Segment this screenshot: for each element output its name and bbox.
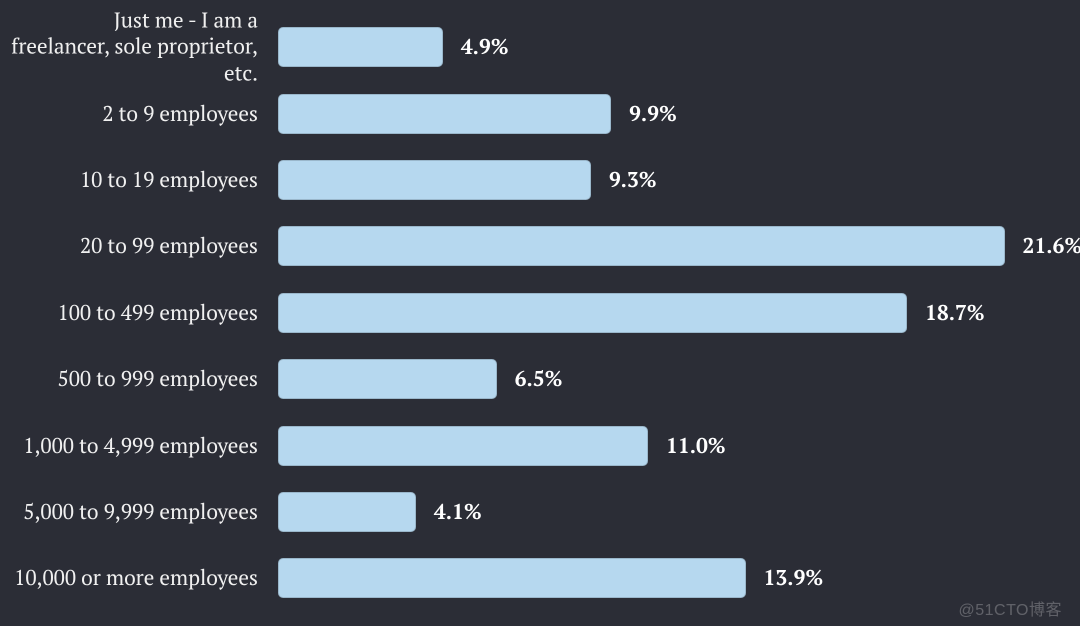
bar-track: 6.5%	[278, 359, 1018, 399]
bar-track: 18.7%	[278, 293, 1018, 333]
value-label: 18.7%	[925, 299, 985, 327]
chart-row: 20 to 99 employees 21.6%	[10, 213, 1068, 279]
category-label: 5,000 to 9,999 employees	[10, 499, 262, 525]
chart-row: 500 to 999 employees 6.5%	[10, 346, 1068, 412]
chart-row: Just me - I am a freelancer, sole propri…	[10, 14, 1068, 80]
value-label: 4.9%	[461, 33, 509, 61]
bar-track: 4.9%	[278, 27, 1018, 67]
category-label: 1,000 to 4,999 employees	[10, 432, 262, 458]
value-label: 9.9%	[629, 100, 677, 128]
category-label: 20 to 99 employees	[10, 233, 262, 259]
bar-track: 13.9%	[278, 558, 1018, 598]
chart-row: 100 to 499 employees 18.7%	[10, 280, 1068, 346]
chart-row: 5,000 to 9,999 employees 4.1%	[10, 479, 1068, 545]
bar-track: 9.9%	[278, 94, 1018, 134]
category-label: 10 to 19 employees	[10, 167, 262, 193]
bar	[278, 492, 416, 532]
chart-row: 10,000 or more employees 13.9%	[10, 545, 1068, 611]
category-label: 100 to 499 employees	[10, 300, 262, 326]
bar	[278, 94, 611, 134]
chart-row: 2 to 9 employees 9.9%	[10, 80, 1068, 146]
bar-track: 11.0%	[278, 426, 1018, 466]
value-label: 21.6%	[1023, 232, 1080, 260]
bar	[278, 426, 648, 466]
bar	[278, 359, 497, 399]
bar	[278, 160, 591, 200]
watermark-text: @51CTO博客	[958, 596, 1062, 620]
category-label: 10,000 or more employees	[10, 565, 262, 591]
value-label: 9.3%	[609, 166, 657, 194]
category-label: Just me - I am a freelancer, sole propri…	[10, 8, 262, 87]
value-label: 11.0%	[666, 432, 726, 460]
category-label: 500 to 999 employees	[10, 366, 262, 392]
chart-row: 1,000 to 4,999 employees 11.0%	[10, 412, 1068, 478]
category-label: 2 to 9 employees	[10, 100, 262, 126]
bar	[278, 226, 1005, 266]
value-label: 6.5%	[515, 365, 563, 393]
horizontal-bar-chart: Just me - I am a freelancer, sole propri…	[10, 14, 1068, 612]
value-label: 13.9%	[764, 564, 824, 592]
bar	[278, 293, 907, 333]
bar-track: 4.1%	[278, 492, 1018, 532]
bar-track: 9.3%	[278, 160, 1018, 200]
chart-row: 10 to 19 employees 9.3%	[10, 147, 1068, 213]
bar	[278, 558, 746, 598]
bar	[278, 27, 443, 67]
bar-track: 21.6%	[278, 226, 1018, 266]
value-label: 4.1%	[434, 498, 482, 526]
